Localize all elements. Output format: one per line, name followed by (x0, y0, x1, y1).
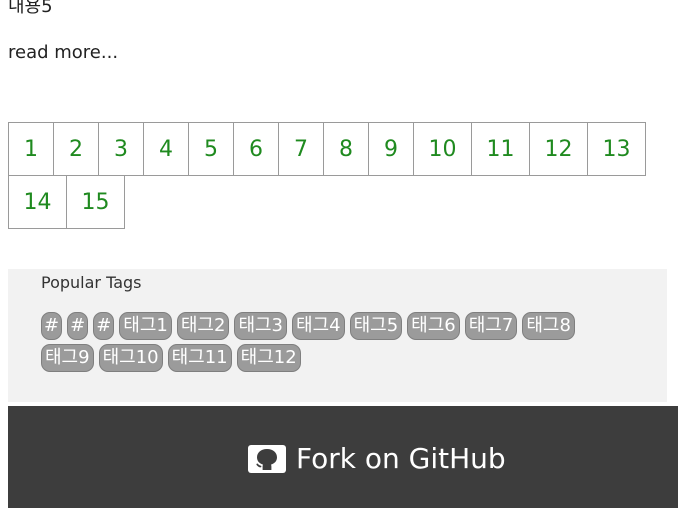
tag-chip[interactable]: 태그5 (349, 312, 403, 340)
page-link-4[interactable]: 4 (143, 122, 189, 176)
page-link-14[interactable]: 14 (8, 175, 67, 229)
footer: Fork on GitHub (8, 406, 678, 508)
tag-chip[interactable]: 태그2 (176, 312, 230, 340)
tag-list: # # # 태그1 태그2 태그3 태그4 태그5 태그6 태그7 태그8 태그… (41, 312, 631, 372)
page-link-15[interactable]: 15 (66, 175, 125, 229)
tag-chip[interactable]: 태그6 (407, 312, 460, 340)
page-link-9[interactable]: 9 (368, 122, 414, 176)
page-link-11[interactable]: 11 (471, 122, 530, 176)
read-more-link[interactable]: read more... (8, 42, 118, 63)
page-link-12[interactable]: 12 (529, 122, 588, 176)
tag-chip[interactable]: # (93, 312, 115, 340)
page-link-5[interactable]: 5 (188, 122, 234, 176)
tag-chip[interactable]: 태그9 (41, 344, 94, 372)
tag-chip[interactable]: 태그7 (464, 312, 518, 340)
pagination-row-2: 14 15 (8, 175, 668, 229)
tag-chip[interactable]: 태그4 (292, 312, 345, 340)
tag-chip[interactable]: 태그10 (98, 344, 163, 372)
page-link-1[interactable]: 1 (8, 122, 54, 176)
fork-on-github-link[interactable]: Fork on GitHub (248, 442, 506, 475)
page-link-13[interactable]: 13 (587, 122, 646, 176)
tag-chip[interactable]: 태그11 (167, 344, 232, 372)
tag-chip[interactable]: 태그12 (236, 344, 301, 372)
popular-tags-panel: Popular Tags # # # 태그1 태그2 태그3 태그4 태그5 태… (8, 269, 667, 402)
page-link-2[interactable]: 2 (53, 122, 99, 176)
pagination-row-1: 1 2 3 4 5 6 7 8 9 10 11 12 13 (8, 122, 668, 176)
page-link-6[interactable]: 6 (233, 122, 279, 176)
tag-chip[interactable]: 태그1 (119, 312, 172, 340)
page-link-8[interactable]: 8 (323, 122, 369, 176)
pagination: 1 2 3 4 5 6 7 8 9 10 11 12 13 14 15 (8, 122, 668, 229)
fork-on-github-label: Fork on GitHub (296, 442, 506, 475)
tag-chip[interactable]: 태그3 (234, 312, 288, 340)
tag-chip[interactable]: # (41, 312, 63, 340)
page-link-3[interactable]: 3 (98, 122, 144, 176)
popular-tags-title: Popular Tags (41, 273, 142, 292)
page-link-7[interactable]: 7 (278, 122, 324, 176)
page-link-10[interactable]: 10 (413, 122, 472, 176)
tag-chip[interactable]: 태그8 (522, 312, 575, 340)
post-content-fragment: 내용5 (8, 0, 53, 17)
tag-chip[interactable]: # (67, 312, 89, 340)
github-icon (248, 444, 286, 473)
